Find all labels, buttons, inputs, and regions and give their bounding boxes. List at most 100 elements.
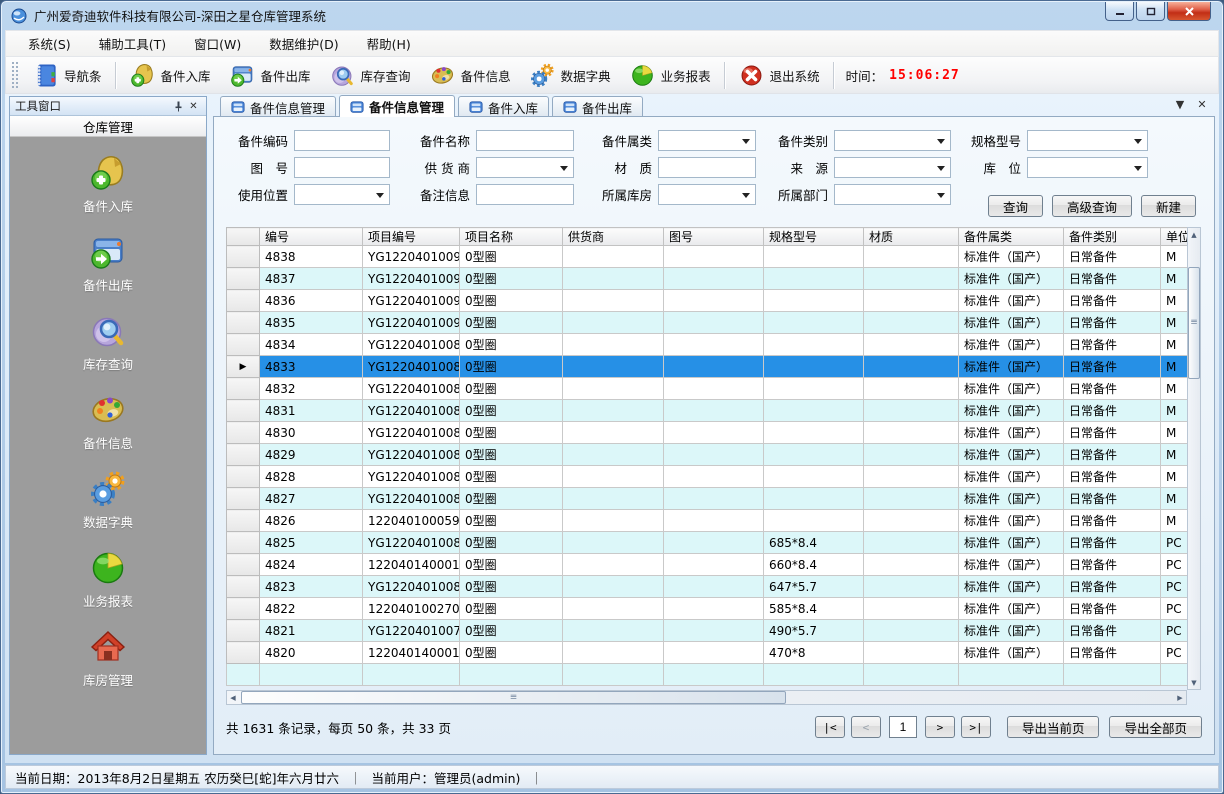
table-row[interactable]: 4834YG122040100890型圈标准件（国产）日常备件M — [227, 334, 1188, 356]
minimize-button[interactable] — [1105, 2, 1134, 21]
filter-input-part-code[interactable] — [294, 130, 390, 151]
data-dictionary-button[interactable]: 数据字典 — [520, 59, 620, 92]
scroll-up-icon[interactable]: ▲ — [1188, 228, 1200, 241]
scroll-right-icon[interactable]: ▶ — [1174, 691, 1186, 704]
navbar-button[interactable]: 导航条 — [23, 59, 111, 92]
advanced-query-button[interactable]: 高级查询 — [1052, 195, 1132, 217]
tab-list-dropdown-icon[interactable]: ▼ — [1173, 97, 1187, 111]
table-row[interactable]: 4832YG122040100870型圈标准件（国产）日常备件M — [227, 378, 1188, 400]
table-row[interactable]: 4829YG122040100840型圈标准件（国产）日常备件M — [227, 444, 1188, 466]
menu-aux-tools[interactable]: 辅助工具(T) — [85, 31, 180, 56]
column-header[interactable]: 备件属类 — [959, 228, 1064, 246]
column-header[interactable]: 编号 — [260, 228, 363, 246]
table-row[interactable]: ▶4833YG122040100880型圈标准件（国产）日常备件M — [227, 356, 1188, 378]
close-button[interactable] — [1167, 2, 1211, 21]
filter-select-source[interactable] — [834, 157, 951, 178]
new-button[interactable]: 新建 — [1141, 195, 1196, 217]
table-row[interactable]: 4836YG122040100910型圈标准件（国产）日常备件M — [227, 290, 1188, 312]
sidebar-item-stock-out[interactable]: 备件出库 — [10, 228, 206, 298]
filter-input-field-part-name[interactable] — [477, 133, 573, 152]
filter-input-material[interactable] — [658, 157, 756, 178]
column-header[interactable]: 项目名称 — [460, 228, 563, 246]
table-row[interactable]: 4835YG122040100900型圈标准件（国产）日常备件M — [227, 312, 1188, 334]
filter-select-part-attr-category[interactable] — [658, 130, 756, 151]
menu-data-maintenance[interactable]: 数据维护(D) — [255, 31, 352, 56]
grid-horizontal-scrollbar[interactable]: ◀ ▶ — [226, 690, 1187, 705]
sidebar-item-inventory-query[interactable]: 库存查询 — [10, 307, 206, 377]
filter-input-drawing-no[interactable] — [294, 157, 390, 178]
export-current-page-button[interactable]: 导出当前页 — [1007, 716, 1100, 738]
query-button[interactable]: 查询 — [988, 195, 1043, 217]
tab-parts-info-management-2[interactable]: 备件信息管理 — [339, 95, 455, 117]
previous-page-button[interactable]: < — [851, 716, 881, 738]
maximize-button[interactable] — [1136, 2, 1165, 21]
exit-system-button[interactable]: 退出系统 — [729, 59, 829, 92]
table-row[interactable]: 4821YG122040100790型圈490*5.7标准件（国产）日常备件PC — [227, 620, 1188, 642]
filter-input-field-drawing-no[interactable] — [295, 160, 389, 179]
filter-input-field-part-code[interactable] — [295, 133, 389, 152]
filter-select-part-category[interactable] — [834, 130, 951, 151]
filter-input-field-remark[interactable] — [477, 187, 573, 206]
page-number-input[interactable] — [889, 716, 917, 738]
sidebar-item-warehouse-management[interactable]: 库房管理 — [10, 623, 206, 693]
table-row[interactable]: 4837YG122040100920型圈标准件（国产）日常备件M — [227, 268, 1188, 290]
tool-window-close-icon[interactable]: ✕ — [186, 99, 201, 113]
sidebar-item-business-report[interactable]: 业务报表 — [10, 544, 206, 614]
table-row[interactable]: 482412204014000120型圈660*8.4标准件（国产）日常备件PC — [227, 554, 1188, 576]
sidebar-item-stock-in[interactable]: 备件入库 — [10, 149, 206, 219]
stock-in-button[interactable]: 备件入库 — [120, 59, 220, 92]
scroll-down-icon[interactable]: ▼ — [1188, 676, 1200, 689]
vscroll-thumb[interactable] — [1188, 267, 1200, 379]
filter-input-field-material[interactable] — [659, 160, 755, 179]
hscroll-thumb[interactable] — [241, 691, 786, 704]
stock-out-button[interactable]: 备件出库 — [220, 59, 320, 92]
filter-select-usage-location[interactable] — [294, 184, 390, 205]
scroll-left-icon[interactable]: ◀ — [227, 691, 239, 704]
toolbar-grip[interactable] — [12, 62, 19, 88]
parts-info-button[interactable]: 备件信息 — [420, 59, 520, 92]
filter-input-remark[interactable] — [476, 184, 574, 205]
column-header[interactable]: 单位 — [1161, 228, 1188, 246]
table-row[interactable]: 482012204014000130型圈470*8标准件（国产）日常备件PC — [227, 642, 1188, 664]
close-tab-icon[interactable]: ✕ — [1195, 97, 1209, 111]
sidebar-item-data-dictionary[interactable]: 数据字典 — [10, 465, 206, 535]
column-header[interactable]: 项目编号 — [363, 228, 460, 246]
table-row[interactable]: 4825YG122040100810型圈685*8.4标准件（国产）日常备件PC — [227, 532, 1188, 554]
tab-parts-info-management-1[interactable]: 备件信息管理 — [220, 96, 336, 117]
table-row[interactable]: 4827YG122040100820型圈标准件（国产）日常备件M — [227, 488, 1188, 510]
table-row[interactable]: 4823YG122040100800型圈647*5.7标准件（国产）日常备件PC — [227, 576, 1188, 598]
next-page-button[interactable]: > — [925, 716, 955, 738]
business-report-button[interactable]: 业务报表 — [620, 59, 720, 92]
filter-select-supplier[interactable] — [476, 157, 574, 178]
table-row[interactable]: 4828YG122040100830型圈标准件（国产）日常备件M — [227, 466, 1188, 488]
sidebar-item-parts-info[interactable]: 备件信息 — [10, 386, 206, 456]
column-header[interactable]: 备件类别 — [1064, 228, 1161, 246]
table-row[interactable]: 4838YG122040100930型圈标准件（国产）日常备件M — [227, 246, 1188, 268]
menu-system[interactable]: 系统(S) — [14, 31, 85, 56]
export-all-pages-button[interactable]: 导出全部页 — [1109, 716, 1202, 738]
table-row[interactable]: 4830YG122040100850型圈标准件（国产）日常备件M — [227, 422, 1188, 444]
filter-select-warehouse[interactable] — [658, 184, 756, 205]
pin-icon[interactable] — [171, 99, 186, 113]
filter-select-department[interactable] — [834, 184, 951, 205]
table-row[interactable]: 482212204010027000型圈585*8.4标准件（国产）日常备件PC — [227, 598, 1188, 620]
table-cell: M — [1161, 312, 1188, 334]
menu-help[interactable]: 帮助(H) — [353, 31, 425, 56]
tab-stock-in[interactable]: 备件入库 — [458, 96, 549, 117]
column-header[interactable]: 材质 — [864, 228, 959, 246]
tab-stock-out[interactable]: 备件出库 — [552, 96, 643, 117]
last-page-button[interactable]: >| — [961, 716, 991, 738]
table-row[interactable]: 482612204010005990型圈标准件（国产）日常备件M — [227, 510, 1188, 532]
column-header[interactable]: 供货商 — [563, 228, 664, 246]
table-row[interactable]: 4831YG122040100860型圈标准件（国产）日常备件M — [227, 400, 1188, 422]
grid-vertical-scrollbar[interactable]: ▲ ▼ — [1187, 227, 1201, 690]
filter-select-storage-bin[interactable] — [1027, 157, 1148, 178]
filter-select-spec-model[interactable] — [1027, 130, 1148, 151]
column-header[interactable]: 图号 — [664, 228, 764, 246]
inventory-query-button[interactable]: 库存查询 — [320, 59, 420, 92]
filter-input-part-name[interactable] — [476, 130, 574, 151]
first-page-button[interactable]: |< — [815, 716, 845, 738]
menu-window[interactable]: 窗口(W) — [180, 31, 255, 56]
column-header[interactable]: 规格型号 — [764, 228, 864, 246]
filter-label-part-attr-category: 备件属类 — [580, 131, 652, 150]
